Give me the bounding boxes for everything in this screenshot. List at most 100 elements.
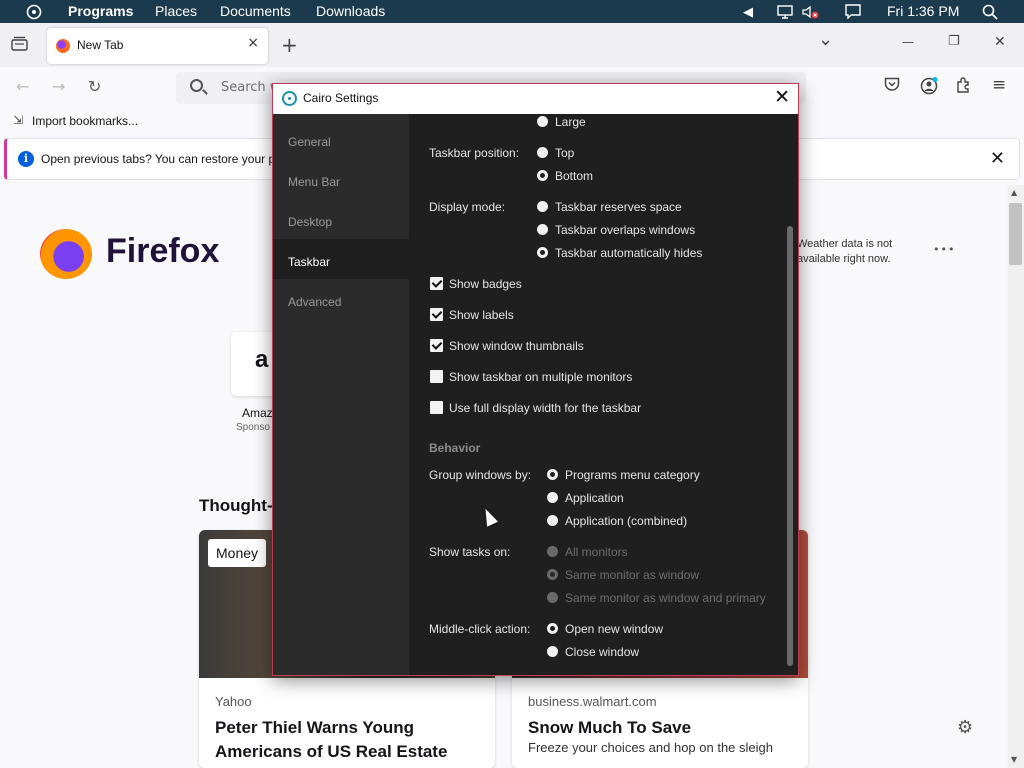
search-icon[interactable] [981,3,999,20]
window-minimize-button[interactable]: — [902,35,914,49]
monitor-icon[interactable] [776,3,794,20]
radio-label: Large [555,115,586,129]
checkbox-show-labels[interactable]: Show labels [430,308,514,322]
dialog-title: Cairo Settings [303,91,379,105]
amazon-logo-icon: a [255,346,269,373]
notification-text: Open previous tabs? You can restore your… [41,152,280,166]
radio-top[interactable]: Top [537,146,574,160]
tab-groups-icon[interactable] [11,36,28,55]
scrollbar-thumb[interactable] [1009,203,1022,265]
info-icon: i [18,151,34,167]
checkbox[interactable] [430,308,443,321]
reload-icon[interactable]: ↻ [88,77,101,96]
radio-button[interactable] [537,147,548,158]
checkbox-label: Show labels [449,308,514,322]
radio-button[interactable] [537,224,548,235]
tab-title: New Tab [77,38,124,52]
import-bookmarks-link[interactable]: Import bookmarks... [32,114,138,128]
radio-button[interactable] [547,515,558,526]
radio-close-window[interactable]: Close window [547,645,639,659]
dialog-close-button[interactable]: ✕ [774,86,790,108]
forward-arrow-icon[interactable]: → [52,77,65,96]
radio-button[interactable] [547,646,558,657]
shortcut-sponsored: Sponso [236,422,270,433]
radio-overlaps-windows[interactable]: Taskbar overlaps windows [537,223,695,237]
radio-label: Bottom [555,169,594,183]
radio-label: Taskbar automatically hides [555,246,703,260]
checkbox-show-badges[interactable]: Show badges [430,277,522,291]
sidebar-item-taskbar[interactable]: Taskbar [273,239,409,279]
radio-application-combined[interactable]: Application (combined) [547,514,687,528]
radio-button[interactable] [537,170,548,181]
shortcut-label[interactable]: Amaz [242,406,273,420]
new-tab-button[interactable]: + [281,33,298,57]
checkbox[interactable] [430,401,443,414]
checkbox-multiple-monitors[interactable]: Show taskbar on multiple monitors [430,370,632,384]
menu-downloads[interactable]: Downloads [316,3,385,19]
list-tabs-chevron-down-icon[interactable]: ⌄ [818,29,833,50]
scroll-down-arrow-icon[interactable]: ▼ [1011,755,1017,764]
menu-places[interactable]: Places [155,3,197,19]
checkbox-label: Show badges [449,277,522,291]
window-close-button[interactable]: ✕ [994,34,1006,50]
scroll-up-arrow-icon[interactable]: ▲ [1011,188,1017,197]
notification-close-icon[interactable]: ✕ [990,148,1005,169]
radio-button [547,546,558,557]
taskbar-settings-panel: Large Taskbar position: Top Bottom Displ… [409,114,798,675]
radio-auto-hides[interactable]: Taskbar automatically hides [537,246,702,260]
section-title: Thought- [199,496,273,515]
app-menu-hamburger-icon[interactable]: ≡ [992,75,1006,95]
tab-close-icon[interactable]: × [247,35,259,51]
sidebar-item-desktop[interactable]: Desktop [273,199,409,239]
sidebar-item-menu-bar[interactable]: Menu Bar [273,159,409,199]
radio-large[interactable]: Large [537,115,586,129]
account-avatar-icon[interactable] [920,77,938,99]
tab-new-tab[interactable]: New Tab × [47,28,268,64]
radio-button[interactable] [547,469,558,480]
radio-programs-menu-category[interactable]: Programs menu category [547,468,700,482]
checkbox-label: Show taskbar on multiple monitors [449,370,633,384]
checkbox-label: Use full display width for the taskbar [449,401,642,415]
menu-documents[interactable]: Documents [220,3,291,19]
show-tasks-label: Show tasks on: [429,545,511,559]
checkbox[interactable] [430,370,443,383]
radio-reserves-space[interactable]: Taskbar reserves space [537,200,682,214]
radio-label: All monitors [565,545,628,559]
checkbox-window-thumbnails[interactable]: Show window thumbnails [430,339,584,353]
checkbox[interactable] [430,277,443,290]
weather-message: Weather data is not available right now. [797,238,893,265]
checkbox[interactable] [430,339,443,352]
sidebar-item-advanced[interactable]: Advanced [273,279,409,319]
cairo-logo-icon[interactable] [25,3,43,20]
radio-bottom[interactable]: Bottom [537,169,593,183]
radio-button [547,592,558,603]
radio-button[interactable] [537,116,548,127]
clock[interactable]: Fri 1:36 PM [887,3,959,19]
pocket-icon[interactable] [884,77,900,96]
radio-button[interactable] [547,623,558,634]
gear-icon[interactable]: ⚙ [957,717,973,738]
radio-button[interactable] [537,201,548,212]
volume-muted-icon[interactable] [802,3,820,20]
radio-button[interactable] [537,247,548,258]
sidebar-item-general[interactable]: General [273,119,409,159]
radio-same-monitor: Same monitor as window [547,568,699,582]
radio-same-monitor-and-primary: Same monitor as window and primary [547,591,766,605]
action-center-icon[interactable] [844,3,862,20]
radio-application[interactable]: Application [547,491,624,505]
back-arrow-icon[interactable]: ← [16,77,29,96]
checkbox-full-display-width[interactable]: Use full display width for the taskbar [430,401,641,415]
story-source: business.walmart.com [528,694,657,709]
radio-open-new-window[interactable]: Open new window [547,622,663,636]
search-magnifier-icon [190,79,203,92]
menu-programs[interactable]: Programs [68,3,133,19]
weather-more-icon[interactable]: ••• [933,243,955,256]
tray-arrow-icon[interactable]: ◀ [739,3,757,20]
extensions-icon[interactable] [956,77,972,97]
radio-button [547,569,558,580]
page-scrollbar[interactable]: ▲ ▼ [1007,185,1024,768]
window-restore-button[interactable]: ❐ [948,34,960,49]
top-menu-bar: Programs Places Documents Downloads ◀ Fr… [0,0,1024,23]
panel-scrollbar-thumb[interactable] [787,226,793,666]
radio-button[interactable] [547,492,558,503]
